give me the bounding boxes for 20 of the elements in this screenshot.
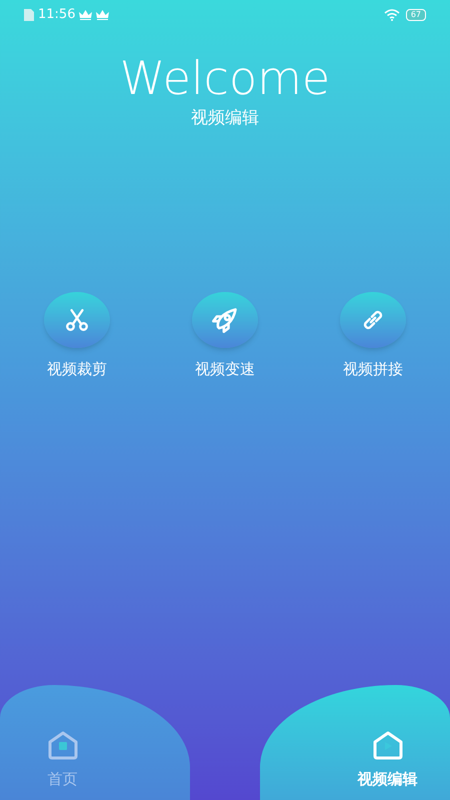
scissors-icon <box>64 306 90 332</box>
status-time: 11:56 <box>38 6 76 24</box>
rocket-icon <box>211 306 239 334</box>
welcome-subtitle: 视频编辑 <box>191 107 259 130</box>
tab[interactable]: 首页 <box>0 685 190 800</box>
wifi-icon <box>384 9 400 21</box>
feature-button[interactable]: 视频拼接 <box>332 292 414 380</box>
crown-icon <box>79 10 92 20</box>
feature-label: 视频变速 <box>195 358 255 380</box>
house-icon <box>46 730 80 760</box>
tab[interactable]: 视频编辑 <box>260 685 450 800</box>
feature-button[interactable]: 视频裁剪 <box>36 292 118 380</box>
battery-indicator: 67 <box>406 9 426 21</box>
house-icon <box>370 730 404 760</box>
feature-label: 视频裁剪 <box>47 358 107 380</box>
welcome-title: Welcome <box>120 52 330 104</box>
sim-card-icon <box>24 9 34 21</box>
feature-label: 视频拼接 <box>343 358 403 380</box>
feature-button[interactable]: 视频变速 <box>184 292 266 380</box>
crown-icon <box>96 10 110 20</box>
